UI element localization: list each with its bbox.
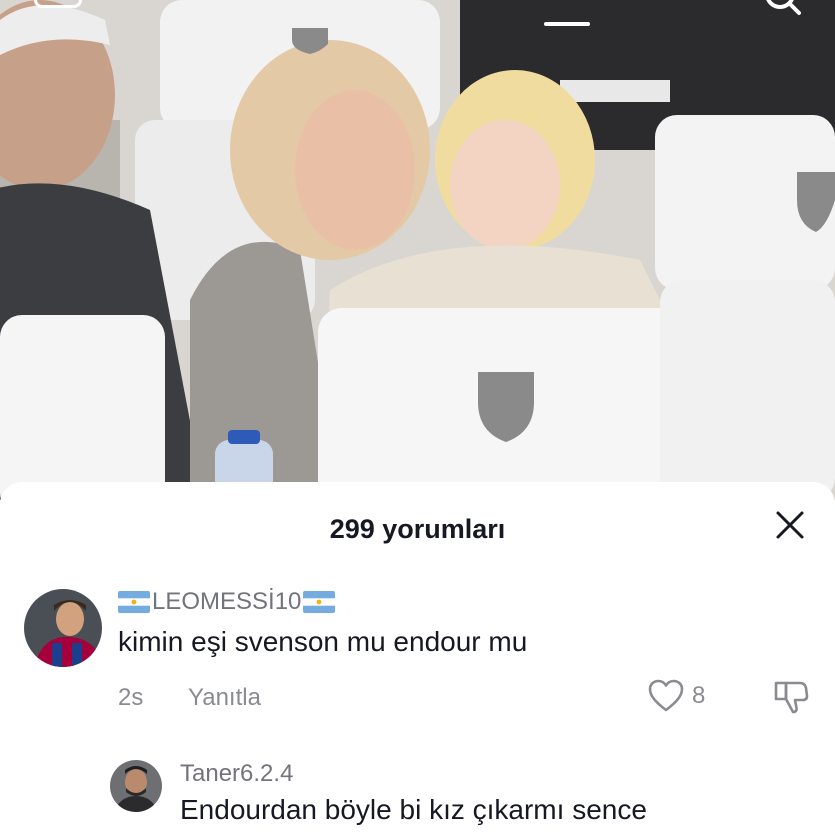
back-icon[interactable] (34, 0, 82, 8)
like-button[interactable]: 8 (648, 679, 705, 713)
progress-indicator (544, 22, 590, 26)
comments-count-title: 299 yorumları (329, 514, 506, 544)
comment-username[interactable]: LEOMESSİ10 (118, 588, 336, 616)
username-text: LEOMESSİ10 (152, 588, 302, 615)
reply-button[interactable]: Yanıtla (188, 684, 261, 712)
comment-text: kimin eşi svenson mu endour mu (118, 626, 528, 657)
like-count: 8 (692, 682, 706, 709)
comment-text: Endourdan böyle bi kız çıkarmı sence (180, 794, 647, 825)
comment-time: 2s (118, 684, 144, 711)
avatar[interactable] (110, 760, 162, 812)
video-player[interactable] (0, 0, 835, 500)
username-text: Taner6.2.4 (180, 760, 294, 787)
avatar[interactable] (24, 589, 102, 667)
argentina-flag-icon (118, 591, 150, 613)
comments-sheet: 299 yorumları LEOMESSİ10 kimin eşi svens… (0, 482, 835, 840)
comment-username[interactable]: Taner6.2.4 (180, 760, 293, 788)
argentina-flag-icon (303, 591, 336, 613)
video-frame-image (0, 0, 835, 500)
dislike-icon[interactable] (772, 679, 810, 715)
search-icon[interactable] (764, 0, 802, 16)
close-icon[interactable] (772, 507, 808, 543)
heart-icon (648, 679, 684, 712)
